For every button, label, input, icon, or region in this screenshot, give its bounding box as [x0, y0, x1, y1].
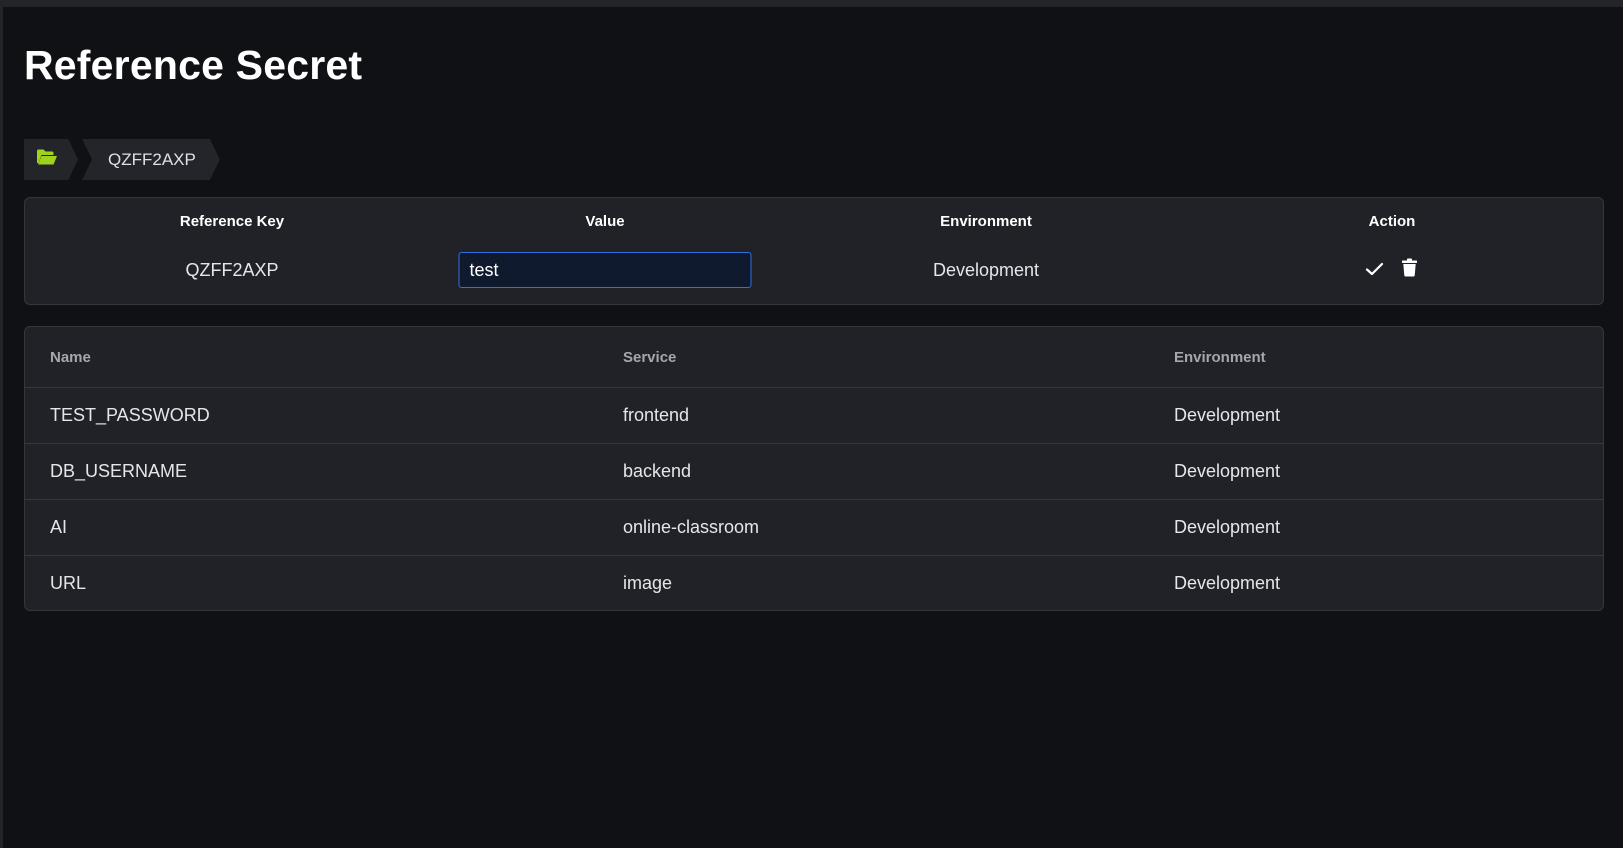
table-row[interactable]: AI online-classroom Development — [25, 500, 1603, 556]
header-service: Service — [623, 348, 677, 366]
reference-row: QZFF2AXP Development — [25, 250, 1603, 290]
folder-open-icon — [36, 148, 58, 171]
breadcrumb: QZFF2AXP — [24, 139, 220, 180]
header-environment: Environment — [940, 212, 1032, 230]
top-bar — [0, 0, 1623, 7]
secret-service: frontend — [623, 405, 690, 425]
secret-name: URL — [50, 573, 87, 593]
table-row[interactable]: URL image Development — [25, 556, 1603, 610]
header-action: Action — [1368, 212, 1416, 230]
breadcrumb-item[interactable]: QZFF2AXP — [82, 139, 220, 180]
reference-environment: Development — [932, 259, 1040, 280]
confirm-button[interactable] — [1362, 257, 1388, 283]
delete-button[interactable] — [1397, 257, 1423, 283]
page-title: Reference Secret — [24, 42, 363, 88]
header-reference-key: Reference Key — [179, 212, 285, 230]
secret-service: image — [623, 573, 673, 593]
secret-service: online-classroom — [623, 517, 760, 537]
reference-table-header: Reference Key Value Environment Action — [25, 208, 1603, 234]
check-icon — [1365, 260, 1384, 281]
reference-key: QZFF2AXP — [185, 259, 279, 280]
table-row[interactable]: TEST_PASSWORD frontend Development — [25, 388, 1603, 444]
secret-environment: Development — [1174, 517, 1281, 537]
table-row[interactable]: DB_USERNAME backend Development — [25, 444, 1603, 500]
secret-name: DB_USERNAME — [50, 461, 188, 481]
value-input[interactable] — [458, 252, 752, 288]
secret-name: AI — [50, 517, 68, 537]
left-rail — [0, 7, 3, 848]
secret-environment: Development — [1174, 573, 1281, 593]
secret-name: TEST_PASSWORD — [50, 405, 210, 425]
trash-icon — [1402, 258, 1418, 282]
action-cell — [1362, 250, 1423, 290]
reference-table: Reference Key Value Environment Action Q… — [24, 197, 1604, 305]
secret-environment: Development — [1174, 405, 1281, 425]
header-value: Value — [585, 212, 625, 230]
secret-environment: Development — [1174, 461, 1281, 481]
header-environment: Environment — [1174, 348, 1266, 366]
value-cell — [458, 250, 752, 290]
secret-service: backend — [623, 461, 692, 481]
header-name: Name — [50, 348, 91, 366]
breadcrumb-home[interactable] — [24, 139, 78, 180]
secrets-table: Name Service Environment TEST_PASSWORD f… — [24, 326, 1604, 611]
secrets-table-header: Name Service Environment — [25, 327, 1603, 388]
